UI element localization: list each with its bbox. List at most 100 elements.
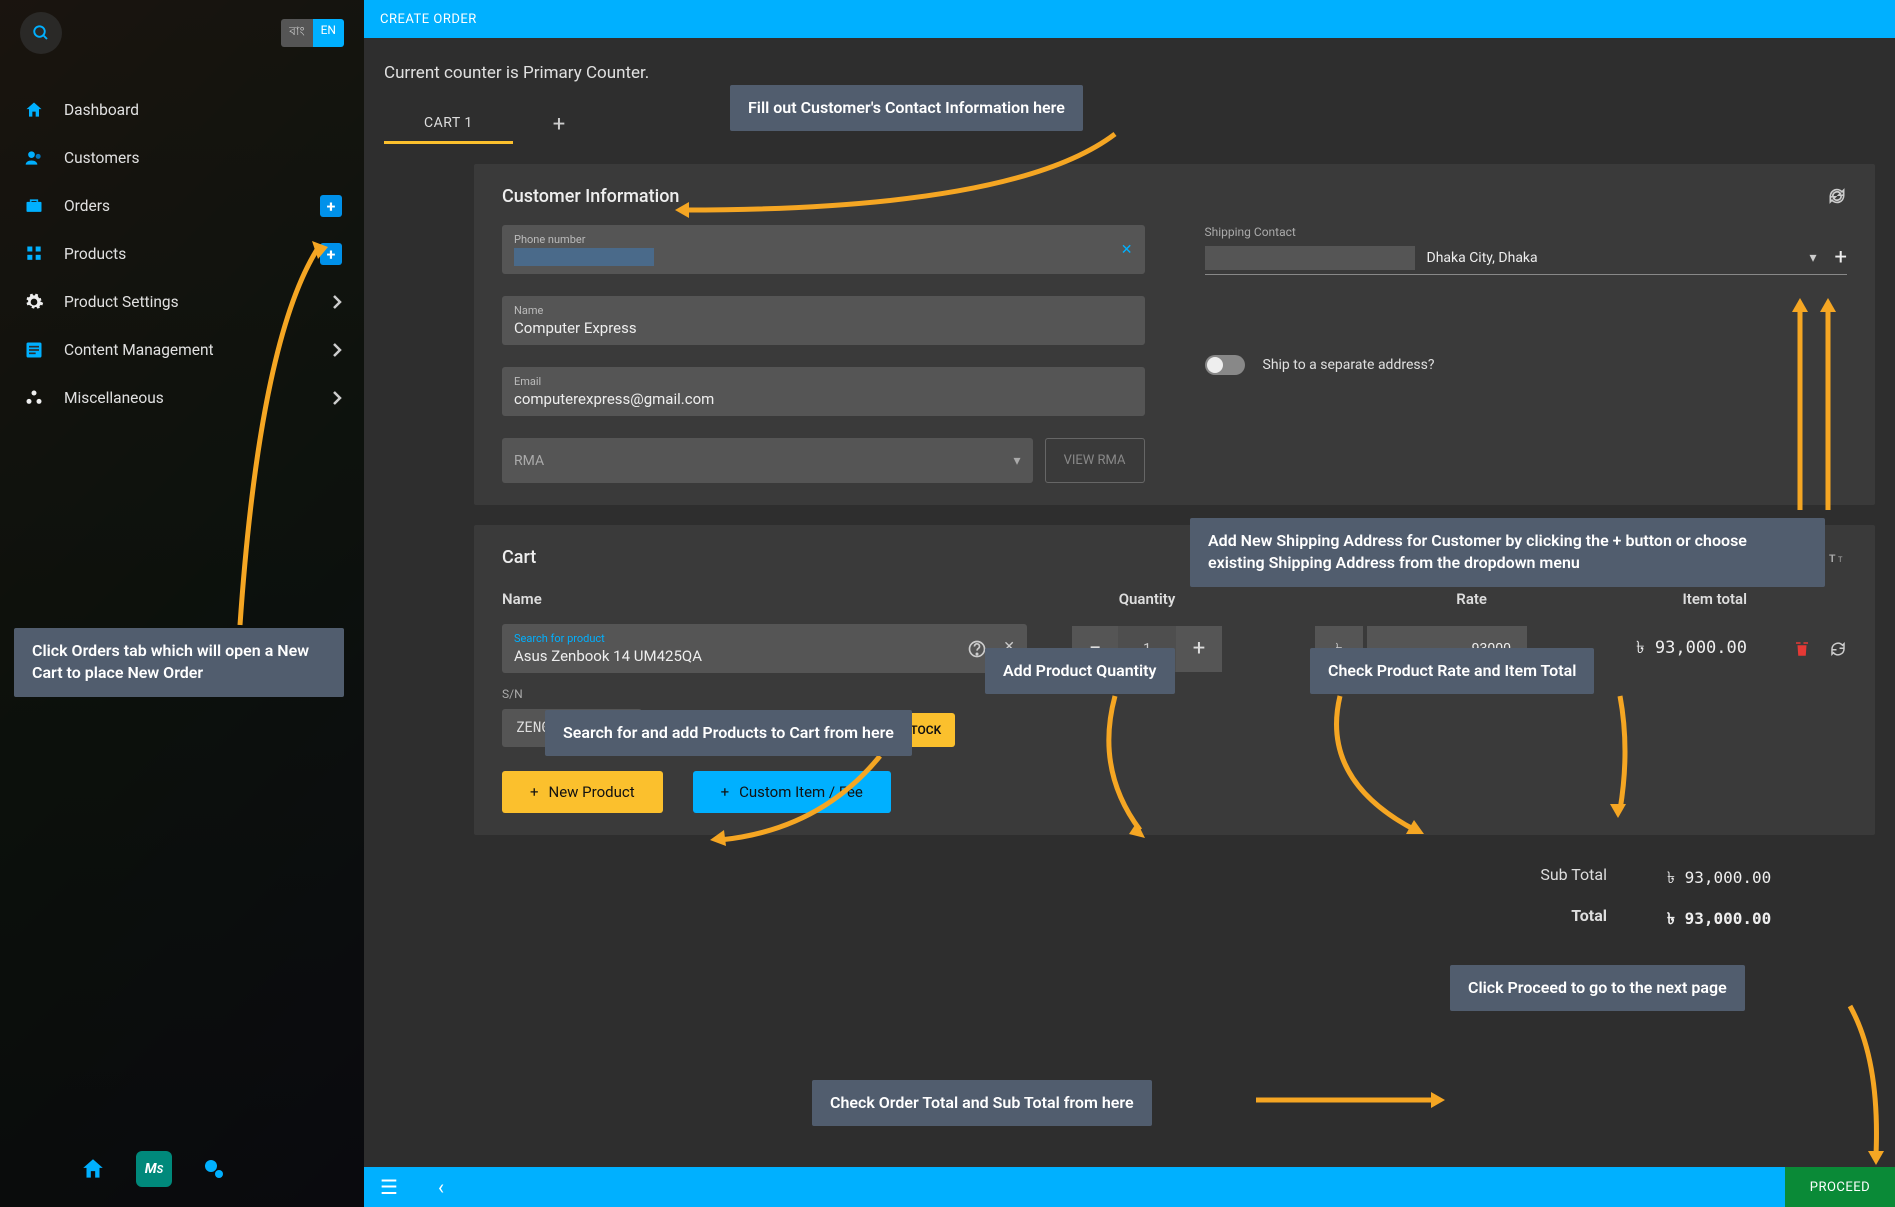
callout-orders-tab: Click Orders tab which will open a New C… bbox=[14, 628, 344, 697]
sidebar-item-label: Customers bbox=[64, 149, 139, 167]
bottom-bar: ☰ ‹ PROCEED bbox=[364, 1167, 1895, 1207]
sidebar-item-dashboard[interactable]: Dashboard bbox=[0, 86, 364, 134]
sidebar-item-orders[interactable]: Orders + bbox=[0, 182, 364, 230]
total-label: Total bbox=[1487, 906, 1607, 933]
totals-section: Sub Total ৳ 93,000.00 Total ৳ 93,000.00 bbox=[474, 865, 1875, 933]
callout-qty: Add Product Quantity bbox=[985, 648, 1175, 694]
sidebar-item-label: Dashboard bbox=[64, 101, 139, 119]
customer-info-panel: Customer Information Phone number ✕ Name… bbox=[474, 164, 1875, 505]
products-icon bbox=[22, 244, 46, 264]
refresh-icon[interactable] bbox=[1827, 186, 1847, 206]
subtotal-label: Sub Total bbox=[1487, 865, 1607, 892]
phone-field[interactable]: Phone number ✕ bbox=[502, 225, 1145, 274]
brand-badge[interactable]: MS bbox=[136, 1151, 172, 1187]
custom-item-button[interactable]: + Custom Item / Fee bbox=[693, 771, 891, 813]
gear-icon bbox=[22, 292, 46, 312]
email-field[interactable]: Email computerexpress@gmail.com bbox=[502, 367, 1145, 416]
page-title: CREATE ORDER bbox=[380, 12, 477, 27]
panel-heading: Cart bbox=[502, 547, 536, 568]
qty-plus-button[interactable]: + bbox=[1176, 626, 1222, 672]
sidebar-item-label: Product Settings bbox=[64, 293, 179, 311]
col-qty: Quantity bbox=[1047, 590, 1247, 608]
ship-separate-toggle[interactable] bbox=[1205, 355, 1245, 375]
rma-placeholder: RMA bbox=[514, 453, 544, 469]
sidebar-item-label: Products bbox=[64, 245, 126, 263]
subtotal-value: ৳ 93,000.00 bbox=[1667, 865, 1847, 892]
sidebar: বাং EN Dashboard Customers Orders + Prod… bbox=[0, 0, 364, 1207]
proceed-button[interactable]: PROCEED bbox=[1785, 1167, 1895, 1207]
sidebar-item-customers[interactable]: Customers bbox=[0, 134, 364, 182]
settings-button[interactable] bbox=[202, 1157, 226, 1181]
field-value: Computer Express bbox=[514, 319, 1133, 337]
panel-heading: Customer Information bbox=[502, 186, 1847, 207]
new-product-button[interactable]: + New Product bbox=[502, 771, 663, 813]
menu-icon[interactable]: ☰ bbox=[380, 1175, 398, 1199]
svg-text:T: T bbox=[1838, 554, 1843, 563]
lang-bn[interactable]: বাং bbox=[281, 19, 312, 47]
sidebar-item-label: Orders bbox=[64, 197, 110, 215]
shipping-city: Dhaka City, Dhaka bbox=[1415, 250, 1802, 266]
callout-rate: Check Product Rate and Item Total bbox=[1310, 648, 1594, 694]
sidebar-item-products[interactable]: Products + bbox=[0, 230, 364, 278]
field-label: Phone number bbox=[514, 233, 1133, 246]
sidebar-item-miscellaneous[interactable]: Miscellaneous bbox=[0, 374, 364, 422]
users-icon bbox=[22, 148, 46, 168]
misc-icon bbox=[22, 388, 46, 408]
callout-totals: Check Order Total and Sub Total from her… bbox=[812, 1080, 1152, 1126]
add-shipping-button[interactable]: + bbox=[1835, 245, 1847, 270]
callout-shipping: Add New Shipping Address for Customer by… bbox=[1190, 518, 1825, 587]
sidebar-item-product-settings[interactable]: Product Settings bbox=[0, 278, 364, 326]
back-icon[interactable]: ‹ bbox=[438, 1175, 444, 1199]
add-tab-button[interactable]: + bbox=[553, 112, 565, 137]
delete-row-icon[interactable] bbox=[1793, 640, 1811, 658]
home-button[interactable] bbox=[80, 1156, 106, 1182]
field-value bbox=[514, 248, 654, 266]
name-field[interactable]: Name Computer Express bbox=[502, 296, 1145, 345]
tab-cart-1[interactable]: CART 1 bbox=[384, 105, 513, 144]
callout-contact-info: Fill out Customer's Contact Information … bbox=[730, 85, 1083, 131]
sidebar-search-button[interactable] bbox=[20, 12, 62, 54]
orders-icon bbox=[22, 196, 46, 216]
shipping-label: Shipping Contact bbox=[1205, 225, 1848, 239]
callout-proceed: Click Proceed to go to the next page bbox=[1450, 965, 1745, 1011]
view-rma-button[interactable]: VIEW RMA bbox=[1045, 438, 1145, 483]
col-item-total: Item total bbox=[1547, 590, 1747, 608]
language-toggle[interactable]: বাং EN bbox=[281, 19, 344, 47]
product-search-input[interactable]: Search for product Asus Zenbook 14 UM425… bbox=[502, 624, 1027, 673]
sidebar-item-label: Miscellaneous bbox=[64, 389, 164, 407]
plus-icon: + bbox=[721, 783, 730, 801]
sn-label: S/N bbox=[502, 687, 642, 701]
plus-icon: + bbox=[530, 783, 539, 801]
svg-text:T: T bbox=[1829, 551, 1836, 564]
page-header: CREATE ORDER bbox=[364, 0, 1895, 38]
lang-en[interactable]: EN bbox=[313, 19, 344, 47]
content-icon bbox=[22, 340, 46, 360]
chevron-down-icon: ▾ bbox=[1014, 453, 1021, 469]
search-label: Search for product bbox=[514, 632, 1015, 645]
col-rate: Rate bbox=[1267, 590, 1527, 608]
add-product-icon[interactable]: + bbox=[320, 243, 342, 265]
text-size-icon: TT bbox=[1829, 551, 1847, 565]
home-icon bbox=[22, 100, 46, 120]
col-name: Name bbox=[502, 590, 1027, 608]
chevron-right-icon bbox=[332, 294, 342, 310]
clear-icon[interactable]: ✕ bbox=[1121, 242, 1133, 258]
total-value: ৳ 93,000.00 bbox=[1667, 906, 1847, 933]
add-order-icon[interactable]: + bbox=[320, 195, 342, 217]
callout-search-products: Search for and add Products to Cart from… bbox=[545, 710, 912, 756]
rma-select[interactable]: RMA ▾ bbox=[502, 438, 1033, 483]
shipping-dropdown-icon[interactable]: ▾ bbox=[1809, 250, 1816, 266]
field-label: Name bbox=[514, 304, 1133, 317]
search-value: Asus Zenbook 14 UM425QA bbox=[514, 647, 1015, 665]
field-value: computerexpress@gmail.com bbox=[514, 390, 1133, 408]
toggle-label: Ship to a separate address? bbox=[1263, 357, 1435, 373]
sidebar-item-content-management[interactable]: Content Management bbox=[0, 326, 364, 374]
sidebar-item-label: Content Management bbox=[64, 341, 214, 359]
counter-status: Current counter is Primary Counter. bbox=[384, 63, 1875, 83]
chevron-right-icon bbox=[332, 390, 342, 406]
search-icon bbox=[32, 24, 50, 42]
shipping-contact-input[interactable] bbox=[1205, 246, 1415, 270]
chevron-right-icon bbox=[332, 342, 342, 358]
field-label: Email bbox=[514, 375, 1133, 388]
refresh-row-icon[interactable] bbox=[1829, 640, 1847, 658]
